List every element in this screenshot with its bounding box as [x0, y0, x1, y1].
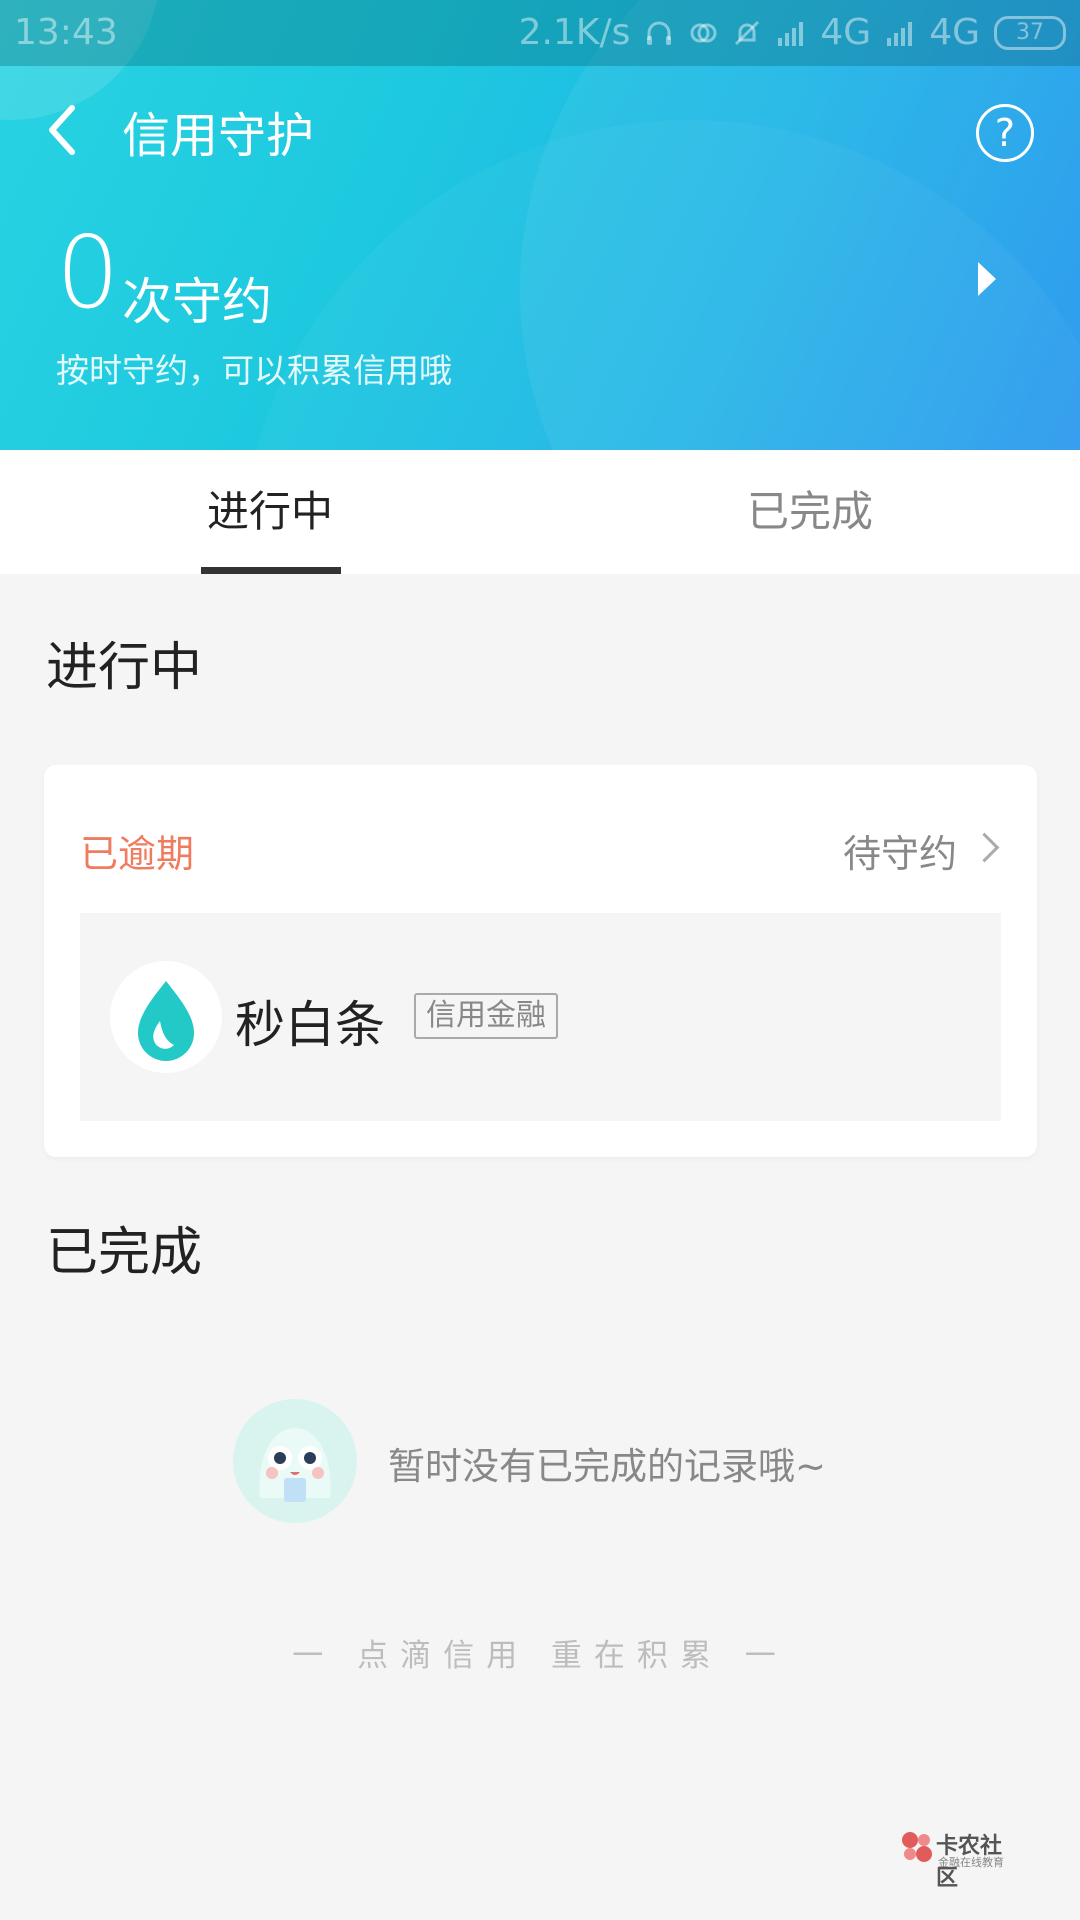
- slogan: 一 点滴信用 重在积累 一: [292, 1638, 788, 1674]
- status-badge-overdue: 已逾期: [80, 832, 195, 876]
- pending-promise-link[interactable]: 待守约: [843, 823, 957, 878]
- network-speed: 2.1K/s: [518, 12, 631, 53]
- caret-right-icon[interactable]: [978, 262, 996, 296]
- network-type: 4G: [820, 12, 872, 53]
- battery-indicator: 37: [994, 15, 1066, 50]
- tab-in-progress[interactable]: 进行中: [0, 450, 540, 574]
- signal-icon: [778, 21, 804, 46]
- credit-card-item[interactable]: 已逾期 待守约 秒白条 信用金融: [44, 765, 1037, 1157]
- promise-count-unit: 次守约: [122, 273, 272, 331]
- signal-icon: [887, 21, 913, 46]
- page-title: 信用守护: [122, 108, 315, 164]
- status-time: 13:43: [14, 12, 118, 53]
- product-logo: [110, 961, 222, 1073]
- product-row[interactable]: 秒白条 信用金融: [80, 913, 1001, 1121]
- water-drop-icon: [138, 981, 194, 1061]
- mute-bell-icon: [735, 20, 760, 45]
- status-bar: 13:43 2.1K/s 4G 4G 37: [0, 0, 1080, 66]
- empty-mascot-icon: [233, 1399, 357, 1523]
- network-type: 4G: [929, 12, 980, 53]
- summary-subtitle: 按时守约，可以积累信用哦: [56, 351, 452, 390]
- section-title-completed: 已完成: [46, 1223, 203, 1283]
- headphones-icon: [647, 21, 672, 45]
- tab-bar: 进行中 已完成: [0, 450, 1080, 574]
- product-name: 秒白条: [235, 996, 385, 1054]
- empty-state-text: 暂时没有已完成的记录哦~: [388, 1445, 827, 1488]
- tab-completed[interactable]: 已完成: [540, 450, 1080, 574]
- tab-active-indicator: [201, 567, 341, 574]
- watermark-logo: 卡农社区 金融在线教育: [900, 1830, 1020, 1891]
- chevron-right-icon: [969, 832, 1000, 863]
- hero-header: 13:43 2.1K/s 4G 4G 37 信用守护 ? 0 次守约 按时守约，…: [0, 0, 1080, 450]
- watermark-subtitle: 金融在线教育: [938, 1856, 1004, 1869]
- section-title-in-progress: 进行中: [46, 638, 203, 698]
- promise-count: 0: [56, 214, 120, 331]
- hero-decoration: [520, 0, 1080, 450]
- back-arrow-icon[interactable]: [40, 100, 84, 160]
- product-tag: 信用金融: [414, 993, 558, 1039]
- sync-icon: [690, 23, 717, 42]
- watermark-icon: [902, 1832, 932, 1862]
- help-icon[interactable]: ?: [976, 104, 1034, 162]
